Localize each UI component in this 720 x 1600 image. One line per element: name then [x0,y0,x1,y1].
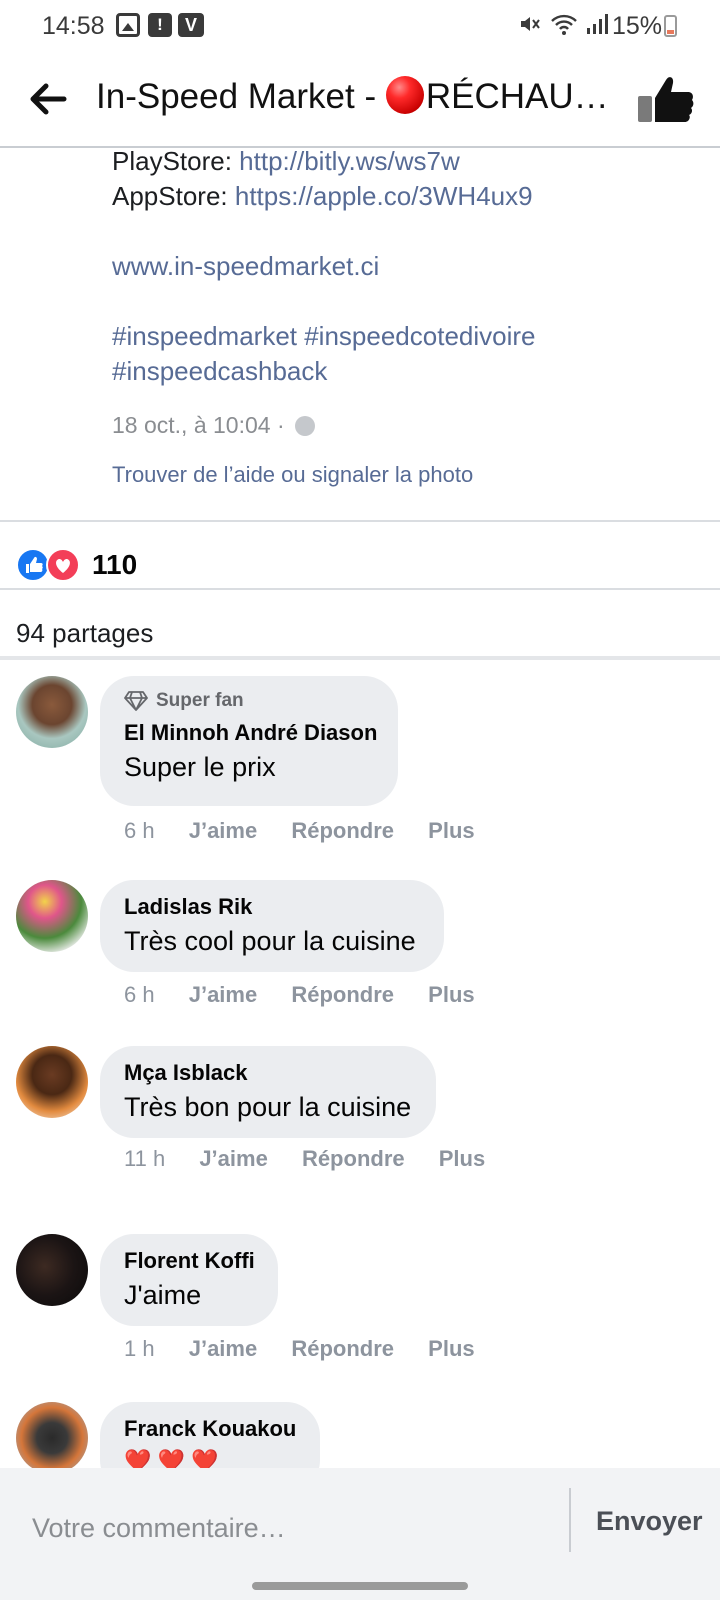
reaction-count: 110 [92,549,138,580]
comment-actions: 6 h J’aime Répondre Plus [124,818,503,844]
reply-action[interactable]: Répondre [291,982,394,1007]
red-ball-emoji [385,76,424,114]
signal-icon [587,14,609,34]
appstore-link[interactable]: https://apple.co/3WH4ux9 [235,181,533,211]
more-action[interactable]: Plus [428,982,474,1007]
like-action[interactable]: J’aime [199,1146,268,1171]
like-action[interactable]: J’aime [189,1336,258,1361]
divider [569,1488,571,1552]
comment-bubble: Ladislas Rik Très cool pour la cuisine [100,880,444,972]
love-reaction-icon [46,548,80,582]
more-action[interactable]: Plus [428,818,474,843]
comment-time: 11 h [124,1146,166,1171]
share-count[interactable]: 94 partages [16,618,153,649]
section-divider [0,656,720,660]
website-link[interactable]: www.in-speedmarket.ci [112,249,692,284]
page-title: In-Speed Market - RÉCHAUD... [96,76,616,117]
reply-action[interactable]: Répondre [291,1336,394,1361]
super-fan-badge: Super fan [124,690,374,712]
comment-text: Très cool pour la cuisine [124,926,416,956]
globe-icon [295,416,316,436]
reply-action[interactable]: Répondre [291,818,394,843]
comment-time: 1 h [124,1336,155,1361]
avatar[interactable] [16,1234,88,1306]
comment-author[interactable]: Ladislas Rik [124,894,420,920]
post-description: PlayStore: http://bitly.ws/ws7w AppStore… [112,144,692,389]
comment-actions: 1 h J’aime Répondre Plus [124,1336,503,1362]
status-bar: 14:58 ! V 15% [0,0,720,52]
like-action[interactable]: J’aime [189,818,258,843]
back-arrow-icon[interactable] [24,74,74,124]
connectivity-icons [518,12,609,38]
playstore-line: PlayStore: http://bitly.ws/ws7w [112,144,692,179]
photo-icon [116,13,140,37]
alert-icon: ! [148,13,172,37]
comment-bubble: Mça Isblack Très bon pour la cuisine [100,1046,436,1138]
post-date: 18 oct., à 10:04 · [112,412,285,438]
reply-action[interactable]: Répondre [302,1146,405,1171]
avatar[interactable] [16,1046,88,1118]
avatar[interactable] [16,880,88,952]
more-action[interactable]: Plus [439,1146,485,1171]
v-app-icon: V [178,13,204,37]
comment-bubble: Florent Koffi J'aime [100,1234,278,1326]
report-photo-link[interactable]: Trouver de l’aide ou signaler la photo [112,462,473,488]
comment-text: Super le prix [124,752,276,782]
playstore-label: PlayStore: [112,146,240,176]
hashtags-line-1[interactable]: #inspeedmarket #inspeedcotedivoire [112,319,692,354]
divider [0,520,720,522]
diamond-icon [124,691,148,711]
comment-text: J'aime [124,1280,202,1310]
page-title-prefix: In-Speed Market - [96,77,386,116]
comment-author[interactable]: Mça Isblack [124,1060,412,1086]
comment-time: 6 h [124,818,155,843]
status-time: 14:58 [42,12,105,40]
appstore-label: AppStore: [112,181,235,211]
thumbs-up-icon[interactable] [636,72,696,128]
comment-actions: 11 h J’aime Répondre Plus [124,1146,513,1172]
wifi-icon [550,14,577,35]
comment-composer: Envoyer [0,1468,720,1600]
comment-text: Très bon pour la cuisine [124,1092,412,1122]
comment-time: 6 h [124,982,155,1007]
comment-author[interactable]: Florent Koffi [124,1248,255,1274]
top-app-bar: In-Speed Market - RÉCHAUD... [0,52,720,148]
comment-actions: 6 h J’aime Répondre Plus [124,982,503,1008]
hashtags-line-2[interactable]: #inspeedcashback [112,354,692,389]
playstore-link[interactable]: http://bitly.ws/ws7w [239,146,460,176]
post-timestamp: 18 oct., à 10:04 · [112,412,316,439]
avatar[interactable] [16,1402,88,1474]
home-indicator[interactable] [252,1582,468,1590]
battery-percent: 15% [612,12,663,40]
comment-input[interactable] [32,1504,532,1552]
badge-label: Super fan [156,690,244,711]
battery-icon [664,15,677,37]
avatar[interactable] [16,676,88,748]
comment-author[interactable]: El Minnoh André Diason [124,720,377,746]
send-button[interactable]: Envoyer [596,1506,703,1537]
comment-bubble: Super fan El Minnoh André Diason Super l… [100,676,398,806]
page-title-rest: RÉCHAUD... [425,77,616,116]
more-action[interactable]: Plus [428,1336,474,1361]
mute-icon [521,17,540,31]
divider [0,588,720,590]
comment-author[interactable]: Franck Kouakou [124,1416,296,1442]
like-reaction-icon [16,548,50,582]
like-action[interactable]: J’aime [189,982,258,1007]
appstore-line: AppStore: https://apple.co/3WH4ux9 [112,179,692,214]
